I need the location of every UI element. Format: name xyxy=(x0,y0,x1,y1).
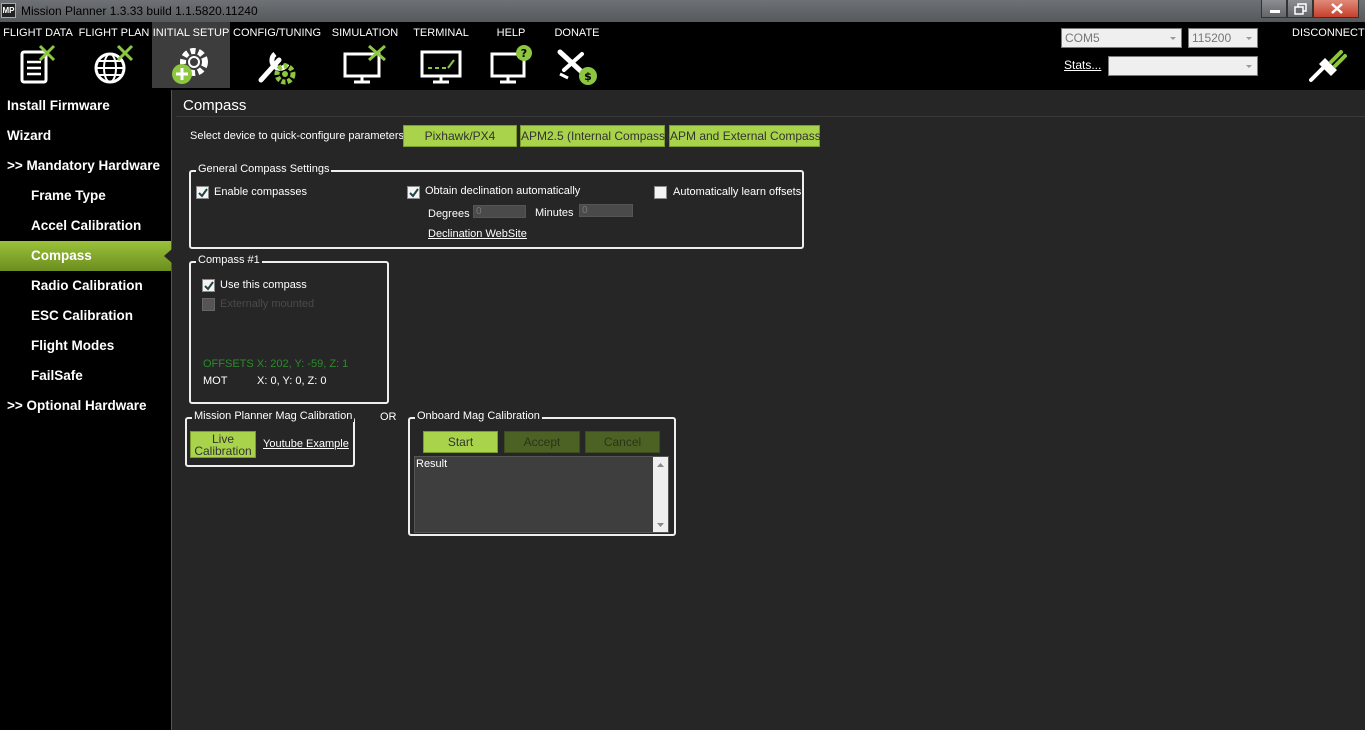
menu-help[interactable]: HELP ? xyxy=(476,22,546,88)
stats-link[interactable]: Stats... xyxy=(1064,58,1101,72)
sidebar-item-accel-calibration[interactable]: Accel Calibration xyxy=(0,211,171,241)
check-icon xyxy=(198,188,208,198)
external-mounted-checkbox[interactable] xyxy=(202,298,215,311)
menu-donate[interactable]: DONATE $ xyxy=(546,22,608,88)
sidebar-item-radio-calibration[interactable]: Radio Calibration xyxy=(0,271,171,301)
offsets-readout: OFFSETS X: 202, Y: -59, Z: 1 xyxy=(203,358,349,370)
group-title: Onboard Mag Calibration xyxy=(415,410,542,422)
svg-text:?: ? xyxy=(521,47,527,60)
apm-external-button[interactable]: APM and External Compass xyxy=(669,125,821,147)
result-scrollbar[interactable] xyxy=(653,457,668,532)
minimize-button[interactable] xyxy=(1261,0,1287,18)
start-button[interactable]: Start xyxy=(423,431,498,453)
group-title: General Compass Settings xyxy=(196,163,332,175)
gear-plus-icon xyxy=(172,48,208,84)
window-title: Mission Planner 1.3.33 build 1.1.5820.11… xyxy=(21,4,258,18)
restore-button[interactable] xyxy=(1287,0,1313,18)
disconnect-button[interactable]: DISCONNECT xyxy=(1292,22,1365,88)
monitor-plane-icon xyxy=(343,44,386,84)
degrees-label: Degrees xyxy=(428,208,470,220)
minimize-icon xyxy=(1270,10,1280,13)
globe-icon xyxy=(94,44,134,84)
accept-button[interactable]: Accept xyxy=(504,431,580,453)
external-mounted-label: Externally mounted xyxy=(220,298,315,310)
chevron-down-icon xyxy=(1246,37,1252,40)
enable-compasses-label: Enable compasses xyxy=(214,186,307,198)
title-divider xyxy=(176,116,1365,117)
sidebar-item-install-firmware[interactable]: Install Firmware xyxy=(0,91,171,121)
declination-website-link[interactable]: Declination WebSite xyxy=(428,228,527,240)
mot-readout: X: 0, Y: 0, Z: 0 xyxy=(257,375,327,387)
result-textarea[interactable]: Result xyxy=(414,456,669,533)
aircraft-select[interactable] xyxy=(1108,56,1258,76)
plug-icon xyxy=(1309,50,1347,82)
group-title: Mission Planner Mag Calibration xyxy=(192,410,355,422)
youtube-example-link[interactable]: Youtube Example xyxy=(263,438,349,450)
menu-flight-plan[interactable]: FLIGHT PLAN xyxy=(76,22,152,88)
cancel-button[interactable]: Cancel xyxy=(585,431,660,453)
minutes-label: Minutes xyxy=(535,207,574,219)
apm25-button[interactable]: APM2.5 (Internal Compass) xyxy=(520,125,669,147)
minutes-input[interactable]: 0 xyxy=(579,204,633,217)
app-logo-icon: MP xyxy=(1,3,16,18)
learn-offsets-checkbox[interactable] xyxy=(654,186,667,199)
menu-terminal[interactable]: TERMINAL xyxy=(406,22,476,88)
sidebar-item-frame-type[interactable]: Frame Type xyxy=(0,181,171,211)
sidebar-item-optional-hardware[interactable]: >> Optional Hardware xyxy=(0,391,171,421)
plane-dollar-icon: $ xyxy=(557,49,597,85)
port-select[interactable]: COM5 xyxy=(1061,28,1182,48)
clipboard-icon xyxy=(20,44,56,84)
baud-select[interactable]: 115200 xyxy=(1188,28,1258,48)
sidebar-item-wizard[interactable]: Wizard xyxy=(0,121,171,151)
menu-config-tuning[interactable]: CONFIG/TUNING xyxy=(230,22,324,88)
pixhawk-button[interactable]: Pixhawk/PX4 xyxy=(403,125,517,147)
monitor-help-icon: ? xyxy=(490,45,532,84)
wrench-gear-icon xyxy=(258,52,296,85)
selected-arrow-icon xyxy=(164,249,172,263)
obtain-declination-label: Obtain declination automatically xyxy=(425,185,581,197)
scroll-arrows-icon xyxy=(657,463,664,527)
sidebar: Install Firmware Wizard >> Mandatory Har… xyxy=(0,90,172,730)
sidebar-item-esc-calibration[interactable]: ESC Calibration xyxy=(0,301,171,331)
close-icon xyxy=(1331,3,1343,14)
restore-icon xyxy=(1294,3,1307,15)
sidebar-item-failsafe[interactable]: FailSafe xyxy=(0,361,171,391)
degrees-input[interactable]: 0 xyxy=(473,205,526,218)
close-button[interactable] xyxy=(1313,0,1359,18)
group-title: Compass #1 xyxy=(196,254,262,266)
sidebar-item-mandatory-hardware[interactable]: >> Mandatory Hardware xyxy=(0,151,171,181)
learn-offsets-label: Automatically learn offsets xyxy=(673,186,802,198)
chevron-down-icon xyxy=(1170,37,1176,40)
sidebar-item-compass[interactable]: Compass xyxy=(0,241,172,271)
obtain-declination-checkbox[interactable] xyxy=(407,186,420,199)
live-calibration-button[interactable]: Live Calibration xyxy=(190,431,256,458)
terminal-icon xyxy=(420,50,462,84)
chevron-down-icon xyxy=(1246,65,1252,68)
svg-text:$: $ xyxy=(584,70,592,83)
main-menu: FLIGHT DATA FLIGHT PLAN INITIAL SETUP CO… xyxy=(0,22,1365,90)
menu-flight-data[interactable]: FLIGHT DATA xyxy=(0,22,76,88)
check-icon xyxy=(204,281,214,291)
or-label: OR xyxy=(380,411,397,423)
menu-initial-setup[interactable]: INITIAL SETUP xyxy=(152,22,230,88)
enable-compasses-checkbox[interactable] xyxy=(196,186,209,199)
menu-simulation[interactable]: SIMULATION xyxy=(324,22,406,88)
quick-config-label: Select device to quick-configure paramet… xyxy=(190,130,408,142)
page-title: Compass xyxy=(183,97,247,114)
mot-label: MOT xyxy=(203,375,228,387)
use-compass-checkbox[interactable] xyxy=(202,279,215,292)
title-bar: MP Mission Planner 1.3.33 build 1.1.5820… xyxy=(0,0,1365,22)
use-compass-label: Use this compass xyxy=(220,279,307,291)
sidebar-item-flight-modes[interactable]: Flight Modes xyxy=(0,331,171,361)
check-icon xyxy=(409,188,419,198)
